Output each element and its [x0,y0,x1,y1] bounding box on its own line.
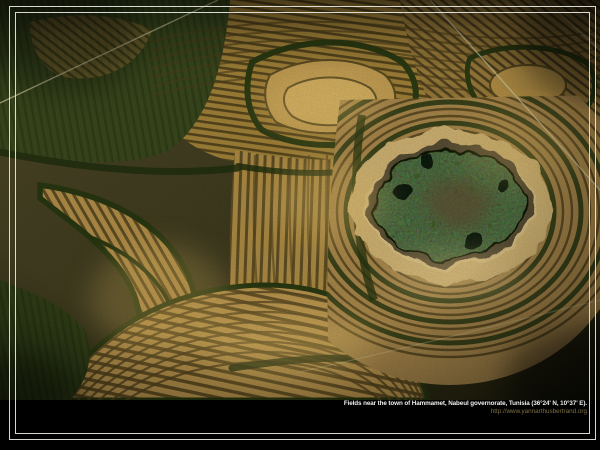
caption-website-url: http://www.yannarthusbertrand.org [344,409,587,416]
wallpaper-screen: Fields near the town of Hammamet, Nabeul… [0,0,600,450]
photo-caption: Fields near the town of Hammamet, Nabeul… [344,401,587,415]
caption-location-text: Fields near the town of Hammamet, Nabeul… [344,401,587,408]
aerial-photograph [0,0,600,400]
aerial-photo-art [0,0,600,400]
